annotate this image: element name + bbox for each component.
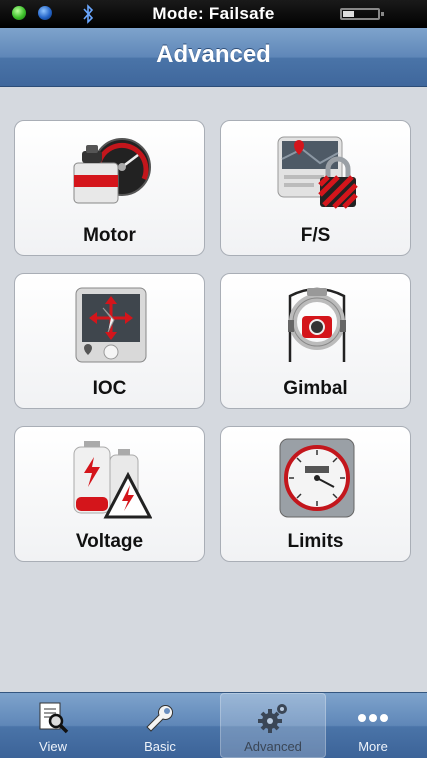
battery-icon	[340, 8, 384, 20]
tile-label: Motor	[83, 225, 136, 246]
compass-arrows-icon	[75, 287, 147, 363]
tab-advanced[interactable]: Advanced	[220, 693, 326, 758]
tab-label: Advanced	[244, 739, 302, 754]
battery-warning-icon	[73, 441, 152, 519]
motor-speedometer-icon	[73, 138, 151, 204]
wrench-icon	[146, 705, 173, 732]
tab-basic[interactable]: Basic	[107, 693, 213, 758]
tab-more[interactable]: More	[320, 693, 426, 758]
altimeter-gauge-icon	[279, 438, 355, 518]
status-bar: Mode: Failsafe	[0, 0, 427, 28]
tile-label: IOC	[92, 378, 127, 399]
tab-label: View	[39, 739, 67, 754]
map-padlock-icon	[277, 136, 358, 209]
gimbal-tile[interactable]: Gimbal	[220, 273, 411, 409]
voltage-tile[interactable]: Voltage	[14, 426, 205, 562]
tile-label: Limits	[287, 531, 344, 552]
tab-bar: View Basic Advanced More	[0, 692, 427, 758]
tab-label: Basic	[144, 739, 176, 754]
limits-tile[interactable]: Limits	[220, 426, 411, 562]
motor-tile[interactable]: Motor	[14, 120, 205, 256]
navigation-bar: Advanced	[0, 28, 427, 87]
document-magnifier-icon	[39, 702, 69, 734]
tab-label: More	[358, 739, 388, 754]
gimbal-camera-icon	[288, 287, 346, 362]
tile-label: Voltage	[75, 531, 144, 552]
gears-icon	[258, 704, 287, 733]
tile-label: Gimbal	[283, 378, 348, 399]
ioc-tile[interactable]: IOC	[14, 273, 205, 409]
failsafe-tile[interactable]: F/S	[220, 120, 411, 256]
tab-view[interactable]: View	[0, 693, 106, 758]
tile-label: F/S	[300, 225, 331, 246]
more-dots-icon	[358, 714, 388, 722]
page-title: Advanced	[156, 41, 271, 68]
